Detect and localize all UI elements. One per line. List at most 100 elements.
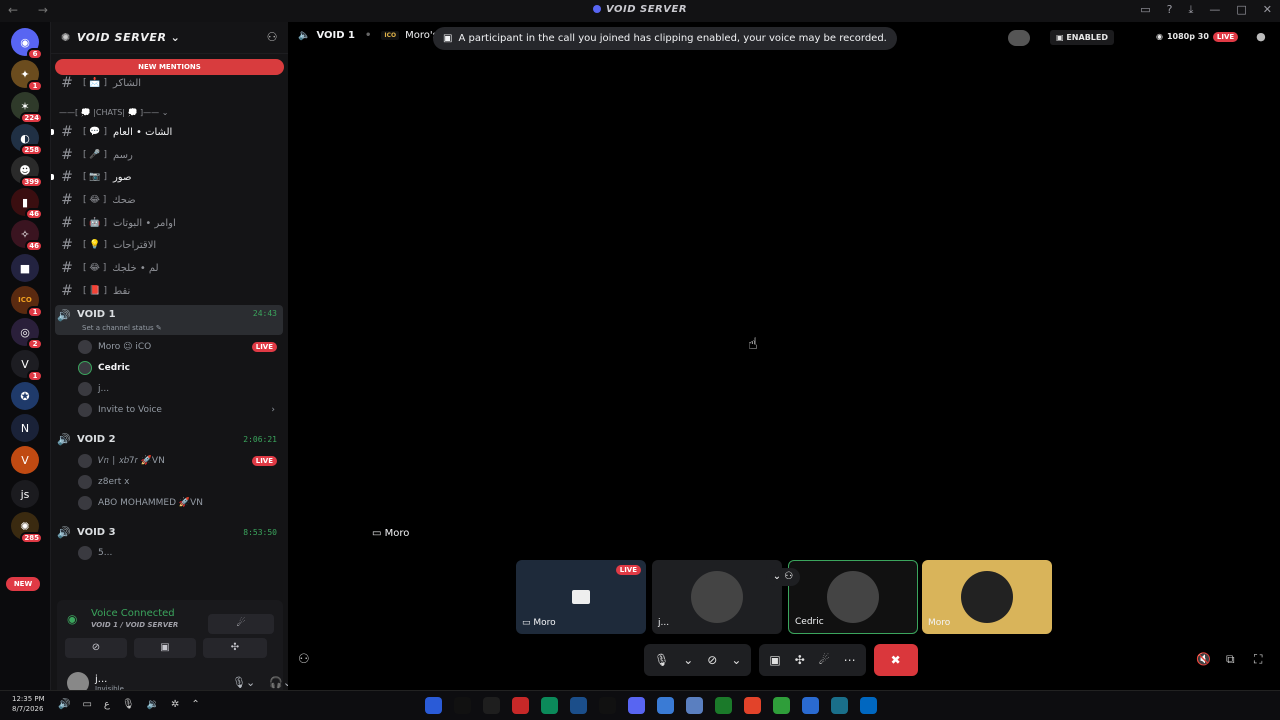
collapse-tiles-button[interactable]: ⌄ ⚇ bbox=[766, 568, 800, 586]
server-icon-icon[interactable]: ICO 1 bbox=[11, 286, 43, 318]
voice-channel[interactable]: 🔊 VOID 1 24:43 Set a channel status ✎ bbox=[55, 305, 283, 335]
server-14-icon[interactable]: ✺ 285 bbox=[11, 512, 43, 544]
disconnect-button[interactable]: ✖ bbox=[873, 644, 918, 676]
clock[interactable]: 12:35 PM 8/7/2026 bbox=[12, 694, 45, 714]
add-member-icon[interactable]: ⚇ bbox=[267, 30, 278, 44]
voice-user[interactable]: z8ert x bbox=[78, 472, 283, 492]
viewer-avatars[interactable] bbox=[1008, 30, 1030, 46]
server-1-icon[interactable]: ✦ 1 bbox=[11, 60, 43, 92]
text-channel[interactable]: # [ 📩 ] الشاكر bbox=[55, 72, 283, 94]
activities-button[interactable]: ✣ bbox=[203, 638, 267, 658]
taskbar-app-icon[interactable] bbox=[831, 697, 848, 714]
server-5-icon[interactable]: ▮ 46 bbox=[11, 188, 43, 220]
participant-tile[interactable]: j... bbox=[652, 560, 782, 634]
server-header[interactable]: ✺ VOID SERVER ⌄ ⚇ bbox=[51, 22, 288, 54]
download-icon[interactable]: ⤓ bbox=[1189, 3, 1194, 17]
voice-location[interactable]: VOID 1 / VOID SERVER bbox=[91, 621, 178, 629]
voice-user[interactable]: ABO MOHAMMED 🚀VN bbox=[78, 493, 283, 513]
voice-user[interactable]: Cedric bbox=[78, 358, 283, 378]
volume-icon[interactable]: 🔉 bbox=[147, 699, 159, 710]
new-unreads-pill[interactable]: NEW bbox=[6, 577, 40, 591]
screen-share-button[interactable]: ▣ bbox=[134, 638, 196, 658]
voice-user[interactable]: 5... bbox=[78, 543, 283, 563]
voice-user[interactable]: 𝑉𝑛 ∣ 𝑥𝑏7𝑟 🚀VN LIVE bbox=[78, 451, 283, 471]
screen-share-icon[interactable]: ▣ bbox=[769, 653, 780, 667]
chevron-down-icon[interactable]: ⌄ bbox=[683, 653, 693, 667]
microphone-icon[interactable]: 🎙⌄ bbox=[232, 676, 255, 689]
minimize-icon[interactable]: — bbox=[1209, 3, 1220, 17]
chevron-up-icon[interactable]: ⌃ bbox=[191, 699, 199, 710]
taskbar-app-icon[interactable] bbox=[744, 697, 761, 714]
participant-tile[interactable]: Moro bbox=[922, 560, 1052, 634]
taskbar-app-icon[interactable] bbox=[454, 697, 471, 714]
server-9-icon[interactable]: V1 bbox=[11, 350, 43, 382]
server-4-icon[interactable]: ☻ 399 bbox=[11, 156, 43, 188]
text-channel[interactable]: # [ 💡 ] الاقتراحات bbox=[55, 234, 283, 256]
help-icon[interactable]: ? bbox=[1167, 3, 1173, 17]
activities-icon[interactable]: ✣ bbox=[795, 653, 805, 667]
language-indicator[interactable]: ع bbox=[104, 699, 110, 710]
taskbar-app-icon[interactable] bbox=[802, 697, 819, 714]
invite-icon[interactable]: ⚇ bbox=[298, 652, 310, 667]
taskbar-app-icon[interactable] bbox=[599, 697, 616, 714]
participant-tile[interactable]: Cedric bbox=[788, 560, 918, 634]
taskbar-app-icon[interactable] bbox=[686, 697, 703, 714]
server-js-icon[interactable]: js bbox=[11, 480, 39, 508]
chevron-down-icon[interactable]: ⌄ bbox=[731, 653, 741, 667]
server-discord-home-icon[interactable]: ◉ 6 bbox=[11, 28, 43, 60]
taskbar-app-icon[interactable] bbox=[570, 697, 587, 714]
server-3-icon[interactable]: ◐ 258 bbox=[11, 124, 43, 156]
camera-button[interactable]: ⊘ bbox=[65, 638, 127, 658]
taskbar-app-icon[interactable] bbox=[773, 697, 790, 714]
pop-out-icon[interactable]: ⧉ bbox=[1226, 652, 1235, 667]
text-channel[interactable]: # [ 😂 ] ضحك bbox=[55, 189, 283, 211]
taskbar-app-icon[interactable] bbox=[715, 697, 732, 714]
voice-channel[interactable]: 🔊 VOID 2 2:06:21 bbox=[55, 429, 283, 449]
chat-icon[interactable]: ● bbox=[1256, 30, 1266, 43]
fullscreen-icon[interactable]: ⛶ bbox=[1254, 652, 1262, 667]
taskbar-app-icon[interactable] bbox=[657, 697, 674, 714]
server-12-icon[interactable]: V bbox=[11, 446, 39, 474]
server-10-icon[interactable]: ✪ bbox=[11, 382, 39, 410]
network-icon[interactable]: ▭ bbox=[82, 699, 91, 710]
clips-badge[interactable]: ▣ ENABLED bbox=[1050, 30, 1114, 45]
server-2-icon[interactable]: ✶ 224 bbox=[11, 92, 43, 124]
category-chats[interactable]: ——[ 💭 |CHATS| 💭 ]—— ⌄ bbox=[59, 108, 168, 117]
server-8-icon[interactable]: ◎ 2 bbox=[11, 318, 43, 350]
inbox-icon[interactable]: ▭ bbox=[1140, 3, 1150, 17]
server-folder-icon[interactable]: ■ bbox=[11, 254, 39, 282]
voice-status[interactable]: Voice Connected bbox=[91, 608, 175, 619]
soundboard-button[interactable]: ☄ bbox=[208, 614, 274, 634]
camera-off-icon[interactable]: ⊘ bbox=[707, 653, 717, 667]
voice-channel[interactable]: 🔊 VOID 3 8:53:50 bbox=[55, 522, 283, 542]
taskbar-app-icon[interactable] bbox=[512, 697, 529, 714]
taskbar-app-icon[interactable] bbox=[860, 697, 877, 714]
video-stage[interactable]: 🔈 VOID 1 • ICO Moro's S ▣ A participant … bbox=[288, 22, 1280, 690]
mic-tray-icon[interactable]: 🎙 bbox=[122, 699, 135, 710]
text-channel[interactable]: # [ 🤖 ] اوامر • البوتات bbox=[55, 212, 283, 234]
voice-user[interactable]: Moro 😉 iCO LIVE bbox=[78, 337, 283, 357]
brightness-icon[interactable]: ✲ bbox=[171, 699, 179, 710]
invite-to-voice[interactable]: Invite to Voice › bbox=[78, 400, 283, 420]
text-channel[interactable]: # [ 🎤 ] رسم bbox=[55, 144, 283, 166]
taskbar-app-icon[interactable] bbox=[541, 697, 558, 714]
channel-status[interactable]: Set a channel status ✎ bbox=[82, 324, 162, 332]
text-channel[interactable]: # [ 😂 ] لم • خلجك bbox=[55, 257, 283, 279]
server-11-icon[interactable]: N bbox=[11, 414, 39, 442]
taskbar-app-icon[interactable] bbox=[483, 697, 500, 714]
server-6-icon[interactable]: ✧ 46 bbox=[11, 220, 43, 252]
text-channel[interactable]: # [ 📕 ] نقط bbox=[55, 280, 283, 302]
text-channel[interactable]: # [ 💬 ] الشات • العام bbox=[51, 121, 283, 143]
close-icon[interactable]: ✕ bbox=[1263, 3, 1272, 17]
maximize-icon[interactable]: □ bbox=[1236, 3, 1246, 17]
participant-tile[interactable]: ▭ Moro LIVE bbox=[516, 560, 646, 634]
taskbar-app-icon[interactable] bbox=[628, 697, 645, 714]
microphone-icon[interactable]: 🎙 bbox=[654, 653, 669, 667]
text-channel[interactable]: # [ 📷 ] صور bbox=[51, 166, 283, 188]
taskbar-app-icon[interactable] bbox=[425, 697, 442, 714]
signal-icon[interactable]: ◉ bbox=[67, 612, 77, 626]
speaker-icon[interactable]: 🔊 bbox=[58, 699, 70, 710]
voice-user[interactable]: j... bbox=[78, 379, 283, 399]
mute-stream-icon[interactable]: 🔇 bbox=[1196, 652, 1211, 666]
soundboard-icon[interactable]: ☄ bbox=[819, 653, 830, 667]
